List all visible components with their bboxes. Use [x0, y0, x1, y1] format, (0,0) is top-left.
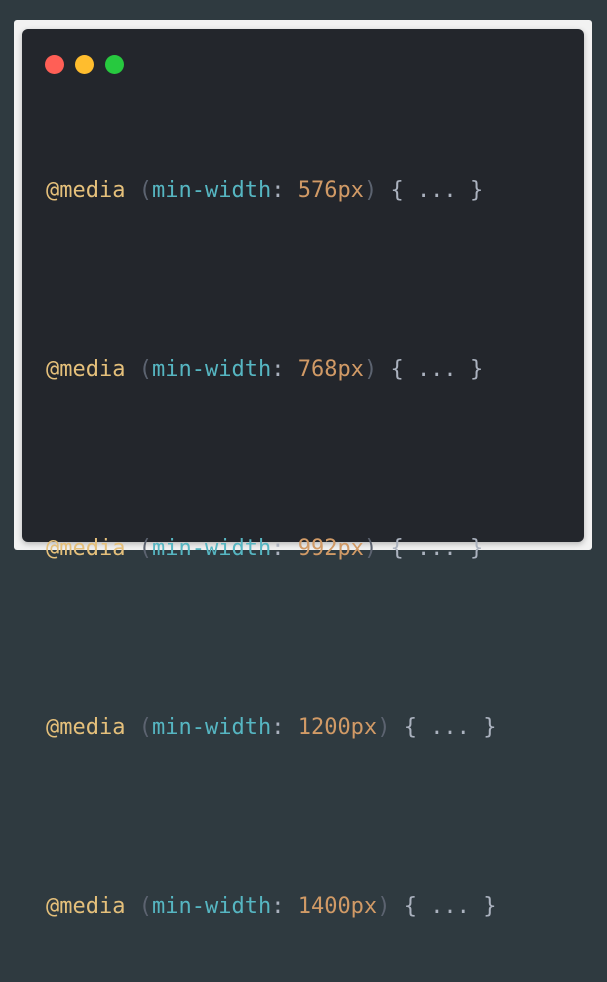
code-line: @media (min-width: 1400px) { ... } [46, 892, 496, 922]
open-paren: ( [138, 536, 152, 561]
code-block: @media (min-width: 576px) { ... } @media… [46, 116, 496, 982]
ellipsis: ... [416, 536, 457, 561]
at-rule: @media [46, 894, 126, 919]
maximize-dot-icon[interactable] [105, 55, 124, 74]
close-paren: ) [377, 715, 391, 740]
open-paren: ( [138, 178, 152, 203]
close-paren: ) [363, 178, 378, 203]
ellipsis: ... [430, 715, 470, 740]
media-feature: min-width [151, 357, 272, 382]
code-line: @media (min-width: 576px) { ... } [46, 176, 496, 206]
colon: : [271, 715, 285, 740]
brace-open: { [390, 178, 404, 203]
at-rule: @media [46, 536, 126, 561]
at-rule: @media [46, 178, 126, 203]
brace-close: } [469, 178, 484, 203]
brace-close: } [483, 894, 497, 919]
minimize-dot-icon[interactable] [75, 55, 94, 74]
breakpoint-value: 1400px [297, 894, 378, 919]
brace-close: } [469, 357, 484, 382]
brace-open: { [403, 715, 417, 740]
ellipsis: ... [416, 357, 457, 382]
brace-open: { [390, 357, 404, 382]
media-feature: min-width [151, 536, 272, 561]
close-dot-icon[interactable] [45, 55, 64, 74]
code-line: @media (min-width: 768px) { ... } [46, 355, 496, 385]
code-line: @media (min-width: 1200px) { ... } [46, 713, 496, 743]
code-window: @media (min-width: 576px) { ... } @media… [22, 29, 584, 919]
at-rule: @media [46, 357, 126, 382]
close-paren: ) [363, 536, 378, 561]
window-controls [45, 55, 124, 74]
brace-open: { [403, 894, 417, 919]
colon: : [271, 536, 285, 561]
colon: : [271, 894, 285, 919]
breakpoint-value: 576px [297, 178, 364, 203]
brace-close: } [483, 715, 497, 740]
colon: : [271, 357, 285, 382]
media-feature: min-width [151, 894, 272, 919]
breakpoint-value: 1200px [297, 715, 378, 740]
close-paren: ) [377, 894, 391, 919]
open-paren: ( [138, 715, 152, 740]
brace-open: { [390, 536, 404, 561]
brace-close: } [469, 536, 484, 561]
breakpoint-value: 992px [297, 536, 364, 561]
media-feature: min-width [151, 178, 272, 203]
open-paren: ( [138, 357, 152, 382]
media-feature: min-width [151, 715, 272, 740]
breakpoint-value: 768px [297, 357, 364, 382]
code-line: @media (min-width: 992px) { ... } [46, 534, 496, 564]
open-paren: ( [138, 894, 152, 919]
at-rule: @media [46, 715, 126, 740]
ellipsis: ... [416, 178, 457, 203]
colon: : [271, 178, 285, 203]
close-paren: ) [363, 357, 378, 382]
ellipsis: ... [430, 894, 470, 919]
